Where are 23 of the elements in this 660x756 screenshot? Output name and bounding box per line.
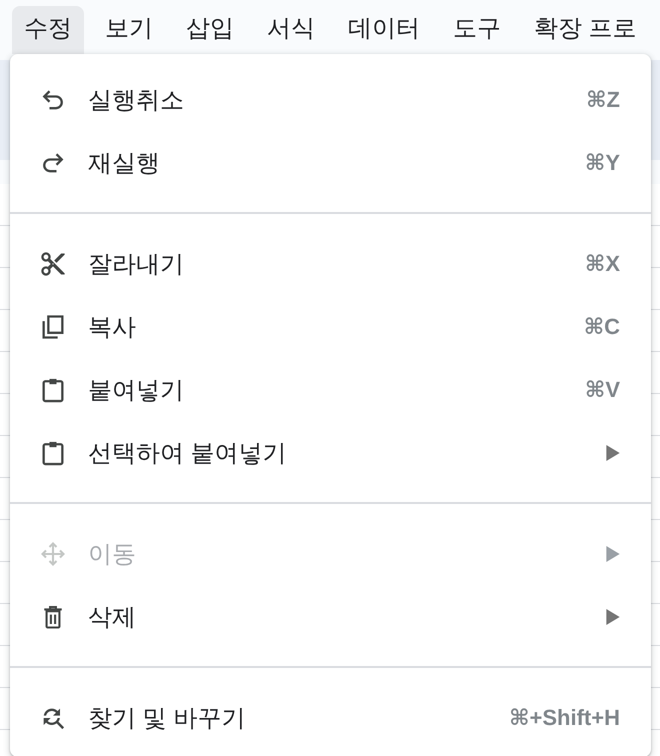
keyboard-shortcut: ⌘C bbox=[584, 314, 620, 340]
keyboard-shortcut: ⌘Y bbox=[584, 150, 620, 176]
keyboard-shortcut: ⌘Z bbox=[586, 86, 620, 112]
keyboard-shortcut: ⌘+Shift+H bbox=[509, 704, 620, 730]
keyboard-shortcut: ⌘X bbox=[584, 250, 620, 276]
menu-item[interactable]: 붙여넣기 bbox=[88, 374, 184, 406]
menu-item[interactable]: 삭제 bbox=[88, 600, 136, 632]
keyboard-shortcut: ⌘V bbox=[584, 376, 620, 402]
menu-item[interactable]: 재실행 bbox=[88, 146, 160, 178]
menu-bar-item[interactable]: 수정 bbox=[12, 6, 84, 54]
menu-bar-item[interactable]: 데이터 bbox=[336, 6, 432, 54]
menu-bar-item[interactable]: 삽입 bbox=[174, 6, 246, 54]
menu-bar-item[interactable]: 도구 bbox=[441, 6, 513, 54]
menu-item[interactable]: 실행취소 bbox=[88, 84, 184, 116]
menu-bar-item[interactable]: 서식 bbox=[255, 6, 327, 54]
scissors-icon bbox=[39, 250, 67, 278]
menu-item[interactable]: 복사 bbox=[88, 310, 136, 342]
four-arrows-icon bbox=[39, 540, 67, 568]
menu-item[interactable]: 찾기 및 바꾸기 bbox=[88, 702, 246, 734]
menu-bar-item[interactable]: 확장 프로 bbox=[522, 6, 649, 54]
menu-item[interactable]: 선택하여 붙여넣기 bbox=[88, 436, 287, 468]
menu-item[interactable]: 잘라내기 bbox=[88, 248, 184, 280]
menu-bar-item[interactable]: 보기 bbox=[93, 6, 165, 54]
